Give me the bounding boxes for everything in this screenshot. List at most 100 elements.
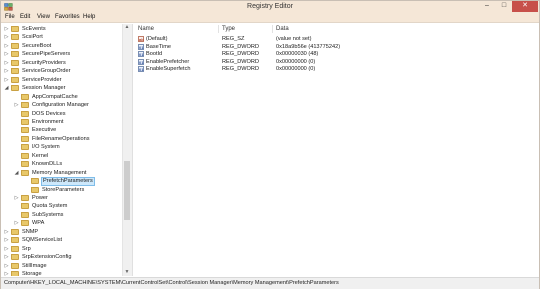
tree-node[interactable]: AppCompatCache [1,93,122,101]
expand-arrow-icon[interactable]: ▷ [4,43,9,49]
expand-arrow-icon[interactable]: ▷ [4,263,9,269]
expand-arrow-icon[interactable]: ▷ [4,255,9,260]
menu-edit[interactable]: Edit [20,14,30,20]
expand-arrow-icon[interactable]: ▷ [14,196,19,201]
current-key-path: Computer\HKEY_LOCAL_MACHINE\SYSTEM\Curre… [4,280,339,286]
tree-node[interactable]: ▷ SNMP [1,228,122,236]
expand-arrow-icon[interactable]: ▷ [4,229,9,235]
tree-node[interactable]: StoreParameters [1,186,122,194]
tree-node[interactable]: PrefetchParameters [1,177,122,187]
tree-node-label[interactable]: Power [31,194,49,202]
expand-arrow-icon[interactable]: ▷ [14,221,19,226]
column-divider[interactable] [272,25,273,33]
expand-arrow-icon[interactable]: ▷ [4,60,9,66]
expand-arrow-icon[interactable]: ▷ [4,246,9,252]
expand-arrow-icon[interactable]: ▷ [4,52,9,57]
value-name[interactable]: EnableSuperfetch [146,65,190,73]
tree-node[interactable]: ▷ Power [1,194,122,202]
tree-node-label[interactable]: StillImage [21,262,48,270]
tree-node[interactable]: Executive [1,126,122,134]
tree-node[interactable]: ▷ ScEvents [1,25,122,33]
tree-node[interactable]: ▷ SecurityProviders [1,59,122,67]
expand-arrow-icon[interactable]: ▷ [4,27,9,32]
tree-node[interactable]: ▷ SQMServiceList [1,236,122,244]
folder-icon [11,237,19,244]
column-header-type[interactable]: Type [222,26,235,32]
folder-icon [21,161,29,168]
tree-node-label[interactable]: Srp [21,245,32,253]
tree-node-label[interactable]: SrpExtensionConfig [21,253,72,261]
tree-node[interactable]: ▷ StillImage [1,262,122,270]
tree-node[interactable]: ▷ ServiceProvider [1,76,122,84]
tree-node[interactable]: SubSystems [1,211,122,219]
close-button[interactable]: ✕ [512,1,538,12]
tree-node-label[interactable]: StoreParameters [41,186,85,194]
menu-favorites[interactable]: Favorites [55,14,80,20]
expand-arrow-icon[interactable]: ▷ [4,272,9,276]
tree-node[interactable]: ▷ Configuration Manager [1,101,122,109]
tree-node-label[interactable]: Executive [31,126,57,134]
expand-arrow-icon[interactable]: ▷ [4,238,9,243]
tree-node-label[interactable]: I/O System [31,143,61,151]
tree-node-label[interactable]: ScEvents [21,25,47,33]
tree-node[interactable]: ▷ SecureBoot [1,42,122,50]
tree-node-label[interactable]: SecurityProviders [21,59,67,67]
tree-node-label[interactable]: Environment [31,118,64,126]
tree-node[interactable]: Quota System [1,202,122,210]
menu-view[interactable]: View [37,14,50,20]
collapse-arrow-icon[interactable]: ◢ [14,170,19,176]
tree-node[interactable]: I/O System [1,143,122,151]
tree-node-label[interactable]: FileRenameOperations [31,135,91,143]
expand-arrow-icon[interactable]: ▷ [14,103,19,108]
folder-icon [11,51,19,58]
expand-arrow-icon[interactable]: ▷ [4,69,9,74]
tree-node-label[interactable]: SecureBoot [21,42,52,50]
tree-node[interactable]: ▷ Srp [1,245,122,253]
menu-help[interactable]: Help [83,14,95,20]
tree-node-label[interactable]: Storage [21,270,43,276]
tree-node-label[interactable]: SecurePipeServers [21,50,71,58]
tree-node[interactable]: KnownDLLs [1,160,122,168]
tree-node[interactable]: DOS Devices [1,110,122,118]
tree-node-label[interactable]: DOS Devices [31,110,67,118]
tree-node[interactable]: ◢ Session Manager [1,84,122,92]
tree-node-label[interactable]: ScsiPort [21,33,44,41]
tree-node[interactable]: Kernel [1,152,122,160]
tree-node[interactable]: ▷ Storage [1,270,122,276]
registry-key-tree[interactable]: ▷ ScEvents ▷ ScsiPort ▷ SecureBoot ▷ SecurePipe… [1,24,130,276]
tree-node[interactable]: ▷ ServiceGroupOrder [1,67,122,75]
tree-node-label[interactable]: SQMServiceList [21,236,63,244]
maximize-button[interactable]: □ [496,1,512,12]
tree-node[interactable]: ▷ SecurePipeServers [1,50,122,58]
tree-node-label[interactable]: Memory Management [31,169,87,177]
tree-node[interactable]: ▷ WPA [1,219,122,227]
pane-splitter[interactable] [130,24,133,276]
value-row[interactable]: 01 EnableSuperfetch REG_DWORD 0x00000000 (0… [134,65,534,73]
tree-node[interactable]: FileRenameOperations [1,135,122,143]
tree-node-label[interactable]: Kernel [31,152,49,160]
expand-arrow-icon[interactable]: ▷ [4,35,9,40]
tree-node-label[interactable]: Quota System [31,202,68,210]
tree-node-label[interactable]: Session Manager [21,84,67,92]
tree-node-label[interactable]: ServiceGroupOrder [21,67,72,75]
expand-arrow-icon[interactable]: ▷ [4,77,9,83]
tree-node-label[interactable]: Configuration Manager [31,101,90,109]
column-header-data[interactable]: Data [276,26,289,32]
tree-node-label[interactable]: KnownDLLs [31,160,63,168]
tree-node-label[interactable]: AppCompatCache [31,93,79,101]
menu-file[interactable]: File [5,14,15,20]
column-header-name[interactable]: Name [138,26,154,32]
tree-node[interactable]: Environment [1,118,122,126]
column-divider[interactable] [218,25,219,33]
tree-node-label[interactable]: WPA [31,219,45,227]
tree-node-label[interactable]: SNMP [21,228,39,236]
tree-node[interactable]: ▷ SrpExtensionConfig [1,253,122,261]
tree-node-label[interactable]: ServiceProvider [21,76,62,84]
collapse-arrow-icon[interactable]: ◢ [4,86,9,91]
tree-node[interactable]: ◢ Memory Management [1,169,122,177]
tree-node[interactable]: ▷ ScsiPort [1,33,122,41]
minimize-button[interactable]: – [479,1,495,12]
tree-vertical-scrollbar[interactable]: ▲ ▼ [122,24,130,276]
tree-node-label[interactable]: SubSystems [31,211,64,219]
expand-arrow-icon [14,213,19,218]
